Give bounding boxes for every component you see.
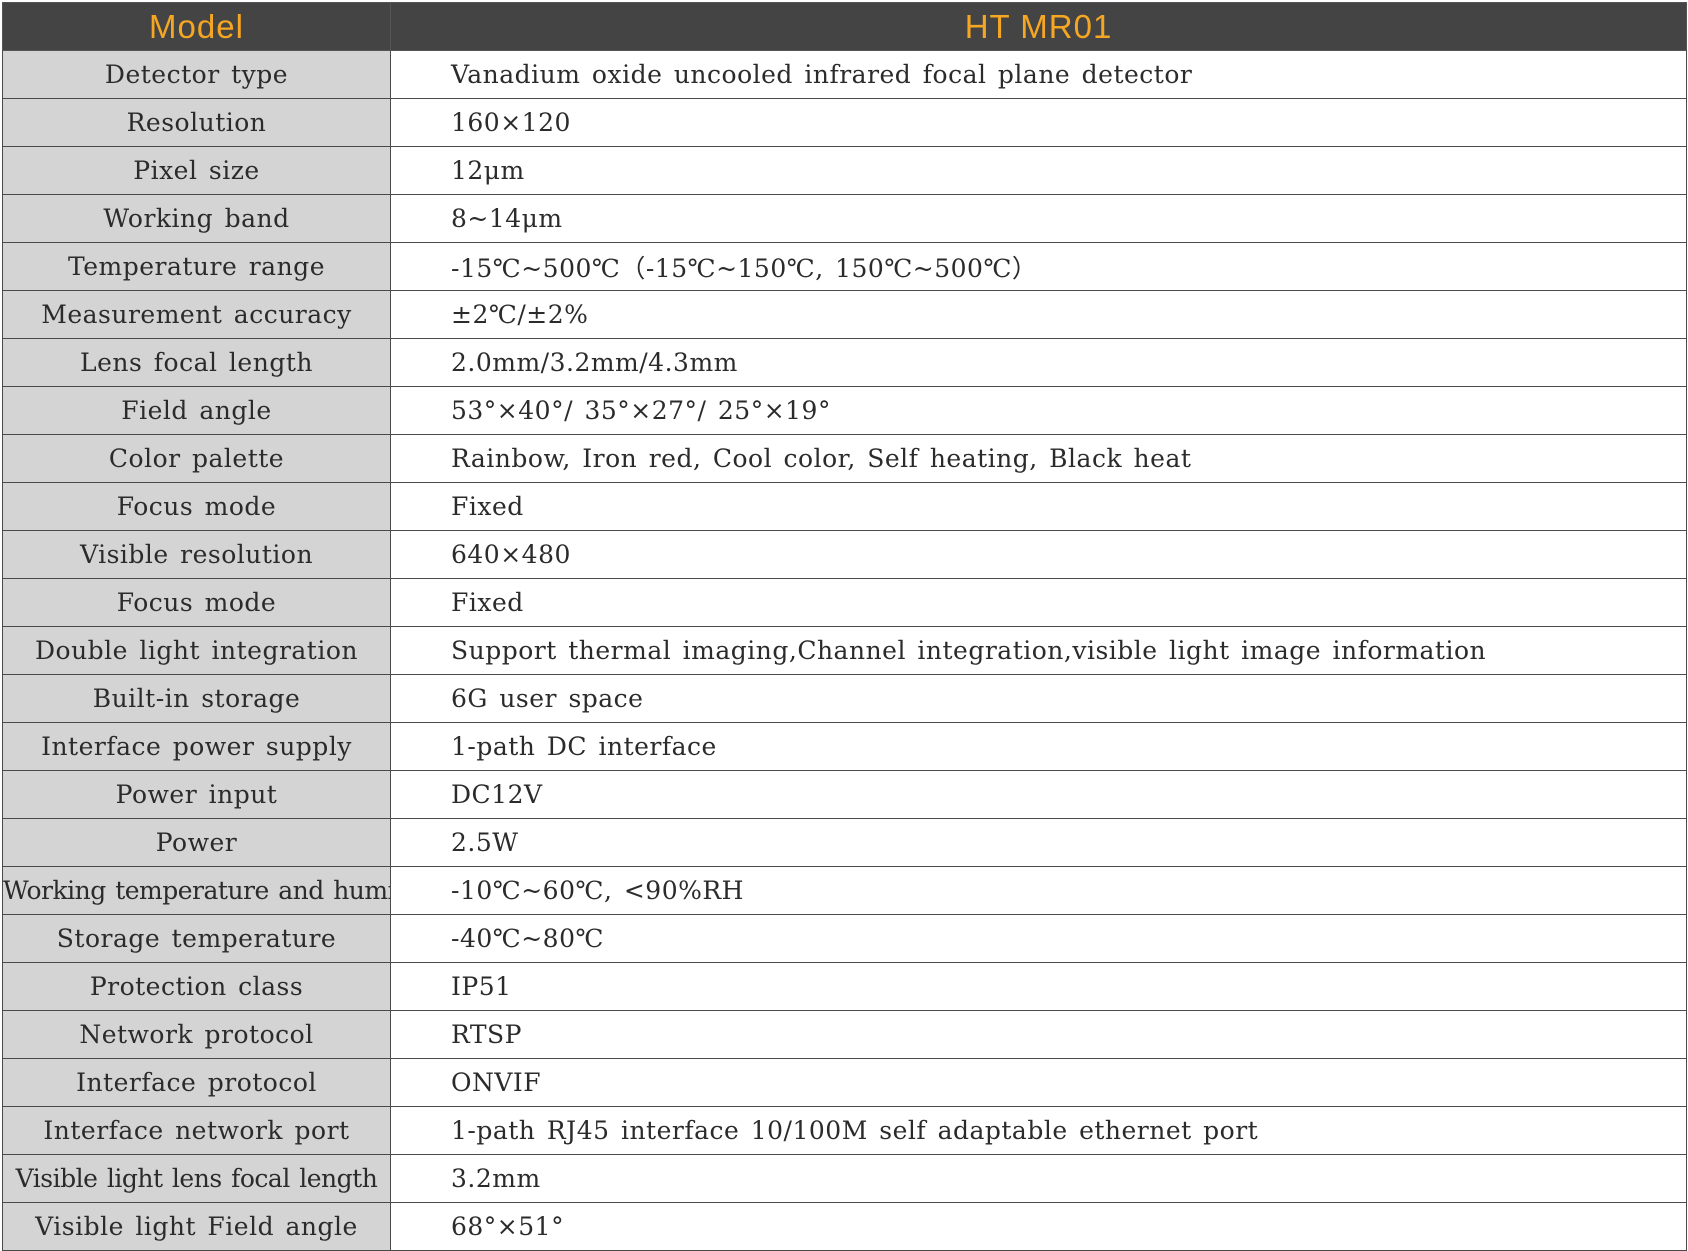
table-row: Resolution 160×120 (2, 98, 1687, 147)
table-row: Pixel size 12μm (2, 146, 1687, 195)
row-label: Double light integration (2, 626, 391, 675)
table-row: Visible light lens focal length 3.2mm (2, 1154, 1687, 1203)
row-value: 53°×40°/ 35°×27°/ 25°×19° (390, 386, 1687, 435)
row-label: Measurement accuracy (2, 290, 391, 339)
table-row: Field angle 53°×40°/ 35°×27°/ 25°×19° (2, 386, 1687, 435)
row-value: 3.2mm (390, 1154, 1687, 1203)
table-row: Focus mode Fixed (2, 482, 1687, 531)
row-value: Fixed (390, 578, 1687, 627)
row-label: Focus mode (2, 482, 391, 531)
table-row: Network protocol RTSP (2, 1010, 1687, 1059)
table-row: Interface power supply 1-path DC interfac… (2, 722, 1687, 771)
row-label: Lens focal length (2, 338, 391, 387)
row-label: Color palette (2, 434, 391, 483)
row-value: 68°×51° (390, 1202, 1687, 1251)
row-value: Rainbow, Iron red, Cool color, Self heat… (390, 434, 1687, 483)
model-header-value: HT MR01 (390, 2, 1687, 51)
row-value: 12μm (390, 146, 1687, 195)
row-value: -15℃~500℃（-15℃~150℃, 150℃~500℃） (390, 242, 1687, 291)
table-row: Visible resolution 640×480 (2, 530, 1687, 579)
row-label: Working temperature and humidity (2, 866, 391, 915)
table-row: Measurement accuracy ±2℃/±2% (2, 290, 1687, 339)
row-value: Vanadium oxide uncooled infrared focal p… (390, 50, 1687, 99)
row-label: Storage temperature (2, 914, 391, 963)
row-value: DC12V (390, 770, 1687, 819)
table-row: Lens focal length 2.0mm/3.2mm/4.3mm (2, 338, 1687, 387)
row-value: Fixed (390, 482, 1687, 531)
row-value: -40℃~80℃ (390, 914, 1687, 963)
table-row: Built-in storage 6G user space (2, 674, 1687, 723)
row-value: ONVIF (390, 1058, 1687, 1107)
row-label: Detector type (2, 50, 391, 99)
row-label: Field angle (2, 386, 391, 435)
row-label: Power input (2, 770, 391, 819)
row-value: -10℃~60℃, <90%RH (390, 866, 1687, 915)
row-label: Built-in storage (2, 674, 391, 723)
row-value: 1-path DC interface (390, 722, 1687, 771)
row-value: 8~14μm (390, 194, 1687, 243)
row-label: Interface network port (2, 1106, 391, 1155)
row-label: Temperature range (2, 242, 391, 291)
row-label: Working band (2, 194, 391, 243)
row-label: Protection class (2, 962, 391, 1011)
table-row: Interface network port 1-path RJ45 interf… (2, 1106, 1687, 1155)
row-label: Visible resolution (2, 530, 391, 579)
row-value: 1-path RJ45 interface 10/100M self adapt… (390, 1106, 1687, 1155)
table-row: Detector type Vanadium oxide uncooled inf… (2, 50, 1687, 99)
row-label: Interface protocol (2, 1058, 391, 1107)
row-label: Focus mode (2, 578, 391, 627)
row-value: 160×120 (390, 98, 1687, 147)
row-label: Pixel size (2, 146, 391, 195)
table-row: Color palette Rainbow, Iron red, Cool col… (2, 434, 1687, 483)
row-label: Visible light lens focal length (2, 1154, 391, 1203)
row-value: IP51 (390, 962, 1687, 1011)
table-row: Power 2.5W (2, 818, 1687, 867)
table-row: Temperature range -15℃~500℃（-15℃~150℃, 15… (2, 242, 1687, 291)
row-value: 2.0mm/3.2mm/4.3mm (390, 338, 1687, 387)
table-row: Working band 8~14μm (2, 194, 1687, 243)
row-value: Support thermal imaging,Channel integrat… (390, 626, 1687, 675)
row-value: 2.5W (390, 818, 1687, 867)
row-value: ±2℃/±2% (390, 290, 1687, 339)
table-row: Focus mode Fixed (2, 578, 1687, 627)
table-row: Double light integration Support thermal … (2, 626, 1687, 675)
row-label: Interface power supply (2, 722, 391, 771)
model-header-label: Model (2, 2, 391, 51)
table-row: Storage temperature -40℃~80℃ (2, 914, 1687, 963)
row-value: RTSP (390, 1010, 1687, 1059)
row-value: 640×480 (390, 530, 1687, 579)
spec-table: Model HT MR01 Detector type Vanadium oxid… (2, 2, 1687, 1251)
table-row: Visible light Field angle 68°×51° (2, 1202, 1687, 1251)
table-row: Power input DC12V (2, 770, 1687, 819)
row-label: Visible light Field angle (2, 1202, 391, 1251)
row-label: Power (2, 818, 391, 867)
table-header-row: Model HT MR01 (2, 2, 1687, 51)
table-row: Interface protocol ONVIF (2, 1058, 1687, 1107)
row-value: 6G user space (390, 674, 1687, 723)
table-row: Protection class IP51 (2, 962, 1687, 1011)
table-row: Working temperature and humidity-10℃~60℃… (2, 866, 1687, 915)
row-label: Network protocol (2, 1010, 391, 1059)
row-label: Resolution (2, 98, 391, 147)
